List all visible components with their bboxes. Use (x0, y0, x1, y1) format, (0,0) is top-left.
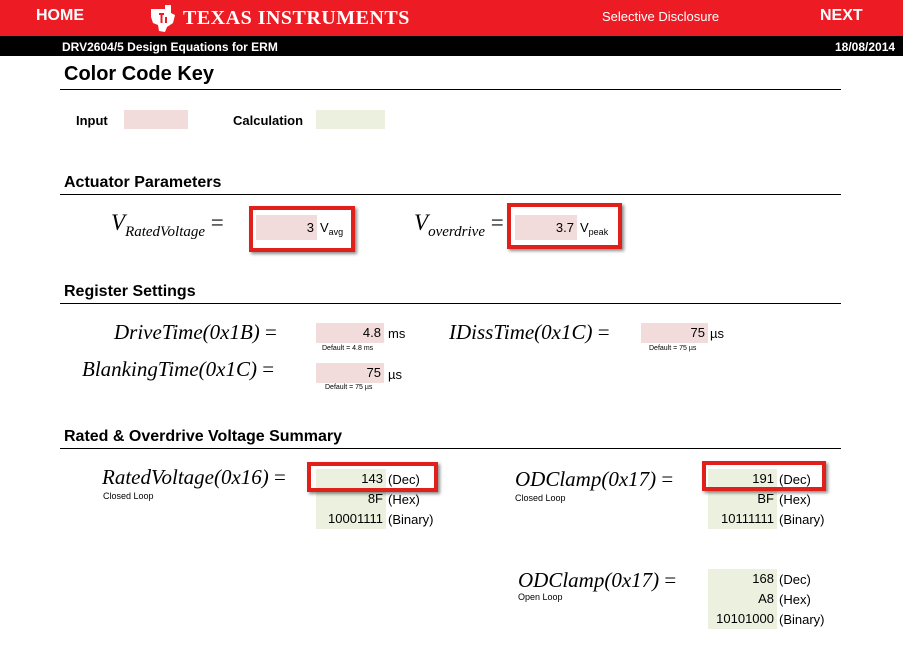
od-clamp-open-dec: 168 (708, 569, 777, 589)
idiss-time-label: IDissTime(0x1C) = (449, 320, 610, 344)
doc-title: DRV2604/5 Design Equations for ERM (62, 40, 278, 54)
calc-swatch (316, 110, 385, 129)
rated-voltage-hex: 8F (316, 489, 386, 509)
rated-voltage-bin: 10001111 (316, 509, 386, 529)
actuator-rule (60, 194, 841, 195)
next-button[interactable]: NEXT (820, 7, 863, 25)
brand-name: TEXAS INSTRUMENTS (183, 6, 410, 29)
od-clamp-open-mode: Open Loop (518, 592, 563, 602)
od-clamp-closed-hex: BF (708, 489, 777, 509)
input-key-label: Input (76, 113, 108, 128)
register-title: Register Settings (64, 283, 196, 300)
color-key-rule (60, 89, 841, 90)
doc-date: 18/08/2014 (835, 40, 896, 54)
doc-title-bar: DRV2604/5 Design Equations for ERM 18/08… (0, 36, 903, 56)
blanking-time-unit: µs (388, 367, 402, 382)
color-key-title: Color Code Key (64, 63, 215, 85)
od-clamp-closed-mode: Closed Loop (515, 493, 566, 503)
overdrive-voltage-highlight (507, 203, 622, 249)
register-rule (60, 303, 841, 304)
rated-voltage-reg-highlight (307, 462, 438, 492)
ti-logo: TEXAS INSTRUMENTS (147, 2, 410, 34)
od-clamp-open-hex-label: (Hex) (779, 592, 811, 607)
od-clamp-closed-highlight (702, 461, 826, 491)
idiss-time-default: Default = 75 µs (649, 345, 697, 352)
home-button[interactable]: HOME (36, 7, 84, 25)
actuator-title: Actuator Parameters (64, 174, 222, 191)
rated-voltage-symbol: VRatedVoltage = (111, 210, 224, 240)
blanking-time-default: Default = 75 µs (325, 384, 373, 391)
rated-voltage-bin-label: (Binary) (388, 512, 434, 527)
od-clamp-closed-hex-label: (Hex) (779, 492, 811, 507)
idiss-time-input[interactable]: 75 (641, 323, 708, 343)
od-clamp-open-dec-label: (Dec) (779, 572, 811, 587)
od-clamp-open-bin: 10101000 (708, 609, 777, 629)
summary-title: Rated & Overdrive Voltage Summary (64, 428, 343, 445)
od-clamp-open-label: ODClamp(0x17) = (518, 568, 677, 592)
input-swatch (124, 110, 188, 129)
ti-logo-icon (151, 5, 175, 32)
rated-voltage-hex-label: (Hex) (388, 492, 420, 507)
rated-voltage-highlight (249, 206, 355, 252)
rated-voltage-reg-label: RatedVoltage(0x16) = (102, 465, 286, 489)
rated-voltage-mode: Closed Loop (103, 491, 154, 501)
overdrive-voltage-symbol: Voverdrive = (414, 210, 504, 240)
drive-time-input[interactable]: 4.8 (316, 323, 384, 343)
subtitle: Selective Disclosure (602, 9, 720, 24)
od-clamp-open-hex: A8 (708, 589, 777, 609)
blanking-time-input[interactable]: 75 (316, 363, 384, 383)
od-clamp-open-bin-label: (Binary) (779, 612, 825, 627)
drive-time-label: DriveTime(0x1B) = (114, 320, 277, 344)
drive-time-default: Default = 4.8 ms (322, 345, 374, 352)
drive-time-unit: ms (388, 326, 406, 341)
top-bar (0, 0, 903, 36)
od-clamp-closed-bin-label: (Binary) (779, 512, 825, 527)
od-clamp-closed-bin: 10111111 (708, 509, 777, 529)
idiss-time-unit: µs (710, 326, 724, 341)
calc-key-label: Calculation (233, 113, 304, 128)
summary-rule (60, 448, 841, 449)
blanking-time-label: BlankingTime(0x1C) = (82, 357, 275, 381)
od-clamp-closed-label: ODClamp(0x17) = (515, 467, 674, 491)
